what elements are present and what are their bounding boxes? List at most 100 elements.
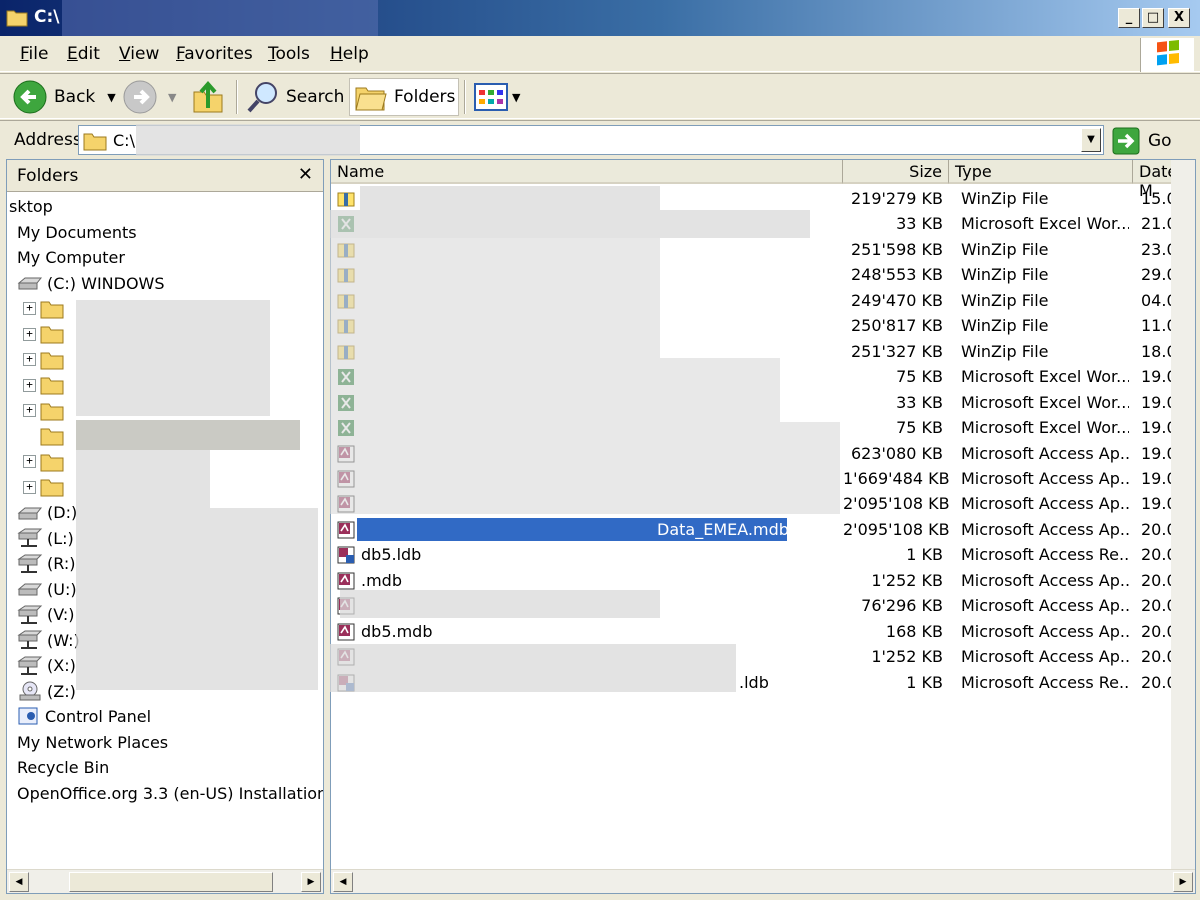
expand-icon[interactable]: + <box>23 455 36 468</box>
file-type: WinZip File <box>961 189 1049 208</box>
tree-item[interactable]: My Network Places <box>17 730 168 755</box>
redacted-region <box>330 422 840 514</box>
tree-item[interactable]: My Documents <box>17 220 137 245</box>
control-panel-icon <box>17 706 41 728</box>
toolbar-separator <box>464 80 466 114</box>
horizontal-scrollbar[interactable]: ◀ ▶ <box>7 869 323 893</box>
close-icon[interactable]: ✕ <box>298 164 313 185</box>
redacted-region <box>136 124 360 156</box>
tree-item[interactable]: + <box>23 475 68 500</box>
expand-icon[interactable]: + <box>23 404 36 417</box>
tree-item-label: (W:) <box>47 630 80 650</box>
scroll-left-button[interactable]: ◀ <box>333 872 353 892</box>
table-row[interactable]: .mdb 1'252 KB Microsoft Access Ap... 20.04.… <box>331 568 1195 593</box>
forward-button[interactable]: ▼ <box>122 78 176 116</box>
access-lock-icon <box>337 546 355 564</box>
up-folder-button[interactable] <box>192 78 224 116</box>
tree-item[interactable]: (W:) <box>17 628 80 653</box>
search-button[interactable]: Search <box>246 78 344 116</box>
scroll-right-button[interactable]: ▶ <box>1173 872 1193 892</box>
tree-item-label: (C:) WINDOWS <box>47 273 165 293</box>
tree-item[interactable]: (V:) <box>17 602 75 627</box>
tree-item[interactable]: + <box>23 322 68 347</box>
scroll-thumb[interactable] <box>69 872 273 892</box>
file-size: 33 KB <box>896 392 943 412</box>
expand-icon[interactable]: + <box>23 378 36 392</box>
tree-item[interactable]: + <box>23 449 68 474</box>
tree-item[interactable]: OpenOffice.org 3.3 (en-US) Installation … <box>17 781 323 806</box>
address-dropdown-button[interactable]: ▼ <box>1081 128 1101 152</box>
file-size: 219'279 KB <box>850 189 943 208</box>
maximize-button[interactable]: □ <box>1142 8 1164 28</box>
tree-item[interactable]: (D:) <box>17 500 77 525</box>
redacted-region <box>360 186 660 210</box>
close-button[interactable]: X <box>1168 8 1190 28</box>
folder-icon <box>83 133 107 151</box>
scroll-right-button[interactable]: ▶ <box>301 872 321 892</box>
go-button[interactable]: Go <box>1112 127 1172 155</box>
expand-icon[interactable]: + <box>23 302 36 315</box>
tree-item[interactable]: My Computer <box>17 245 125 270</box>
go-arrow-icon <box>1112 127 1140 155</box>
views-button[interactable]: ▼ <box>474 78 520 116</box>
tree-item[interactable]: (Z:) <box>17 679 76 704</box>
tree-item[interactable]: (U:) <box>17 577 77 602</box>
folder-icon <box>40 477 64 497</box>
tree-item[interactable]: (R:) <box>17 551 76 576</box>
tree-item[interactable]: + <box>23 347 68 372</box>
file-type: Microsoft Excel Wor... <box>961 392 1129 412</box>
tree-item-label: (D:) <box>47 503 78 522</box>
table-row[interactable]: db5.ldb 1 KB Microsoft Access Re... 20.04.2 <box>331 542 1195 567</box>
cd-drive-icon <box>17 681 43 701</box>
scroll-left-button[interactable]: ◀ <box>9 872 29 892</box>
network-drive-icon <box>17 527 43 549</box>
redacted-region <box>62 0 378 36</box>
vertical-scrollbar[interactable] <box>1171 160 1195 871</box>
toolbar-separator <box>236 80 238 114</box>
tree-item[interactable]: + <box>23 373 68 398</box>
chevron-down-icon[interactable]: ▼ <box>168 91 176 104</box>
file-size: 249'470 KB <box>850 290 943 310</box>
menu-favorites[interactable]: Favorites <box>176 44 253 64</box>
tree-item[interactable]: (C:) WINDOWS <box>17 271 165 296</box>
tree-item-label: (L:) <box>47 528 74 548</box>
column-header-type[interactable]: Type <box>949 160 1133 184</box>
column-header-size[interactable]: Size <box>843 160 949 184</box>
network-drive-icon <box>17 629 43 651</box>
folders-button[interactable]: Folders <box>349 78 459 116</box>
menu-view[interactable]: View <box>119 44 159 64</box>
table-row[interactable]: Data_EMEA.mdb 2'095'108 KB Microsoft Acces… <box>331 517 1195 542</box>
file-size: 251'327 KB <box>850 341 943 361</box>
menu-tools[interactable]: Tools <box>268 44 310 64</box>
expand-icon[interactable]: + <box>23 327 36 341</box>
chevron-down-icon[interactable]: ▼ <box>512 91 520 104</box>
expand-icon[interactable]: + <box>23 353 36 366</box>
menu-help[interactable]: Help <box>330 44 369 64</box>
expand-icon[interactable]: + <box>23 480 36 494</box>
access-icon <box>337 623 355 641</box>
chevron-down-icon[interactable]: ▼ <box>107 91 115 104</box>
tree-item[interactable]: (L:) <box>17 526 74 551</box>
menu-file[interactable]: File <box>20 44 48 64</box>
tree-item-label: (V:) <box>47 605 75 624</box>
drive-icon <box>17 505 43 521</box>
tree-item[interactable]: + <box>23 296 68 321</box>
tree-item[interactable]: Recycle Bin <box>17 755 109 780</box>
toolbar: Back ▼ ▼ Search Folders ▼ <box>0 73 1200 119</box>
tree-item[interactable]: + <box>23 398 68 423</box>
back-button[interactable]: Back ▼ <box>12 78 116 116</box>
menu-edit[interactable]: Edit <box>67 44 100 64</box>
tree-item[interactable]: sktop <box>9 194 53 219</box>
tree-item-label: sktop <box>9 197 53 216</box>
column-header-name[interactable]: Name <box>331 160 843 184</box>
file-size: 75 KB <box>896 418 943 438</box>
horizontal-scrollbar[interactable]: ◀ ▶ <box>331 869 1195 893</box>
drive-icon <box>17 581 43 597</box>
redacted-region <box>76 508 318 690</box>
tree-item[interactable]: (X:) <box>17 653 76 678</box>
minimize-button[interactable]: _ <box>1118 8 1140 28</box>
tree-item[interactable] <box>23 424 68 449</box>
redacted-region <box>76 450 210 508</box>
table-row[interactable]: db5.mdb 168 KB Microsoft Access Ap... 20.04… <box>331 619 1195 644</box>
tree-item[interactable]: Control Panel <box>17 704 151 729</box>
